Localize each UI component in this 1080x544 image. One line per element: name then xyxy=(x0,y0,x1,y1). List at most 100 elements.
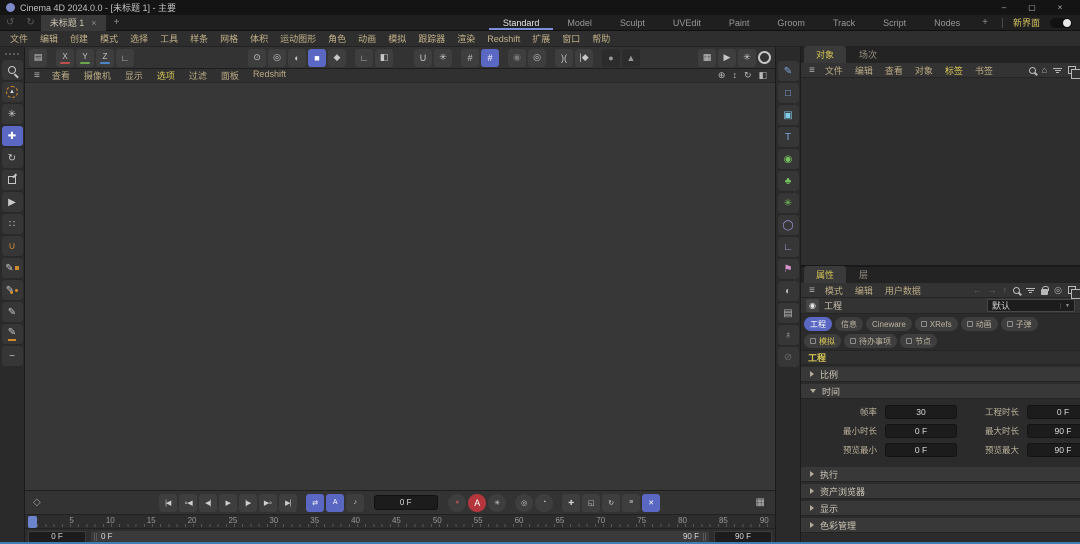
mesh-check-icon[interactable]: ● xyxy=(602,49,620,67)
find-select-icon[interactable] xyxy=(2,60,23,80)
range-start-field[interactable]: 0 F xyxy=(28,531,86,543)
menubar-item[interactable]: 模式 xyxy=(94,32,124,45)
om-menu-edit[interactable]: 编辑 xyxy=(849,64,879,77)
section-display[interactable]: 显示 xyxy=(801,501,1080,516)
info-tab-button[interactable]: 信息 xyxy=(835,317,863,331)
toggle-panels-icon[interactable]: ◧ xyxy=(758,70,767,81)
menubar-item[interactable]: 体积 xyxy=(244,32,274,45)
object-tree-area[interactable] xyxy=(801,78,1080,265)
menubar-item[interactable]: 帮助 xyxy=(586,32,616,45)
menubar-item[interactable]: 文件 xyxy=(4,32,34,45)
next-key-button[interactable]: ▶∘ xyxy=(259,494,277,512)
menubar-item[interactable]: 动画 xyxy=(352,32,382,45)
key-rotation-toggle[interactable]: ↻ xyxy=(602,494,620,512)
key-scale-toggle[interactable]: ◱ xyxy=(582,494,600,512)
tab-layers[interactable]: 层 xyxy=(847,266,880,283)
nodes-tab-button[interactable]: 节点 xyxy=(900,334,937,348)
viewport-canvas[interactable] xyxy=(25,83,775,490)
interface-toggle-switch[interactable] xyxy=(1050,18,1072,28)
stage-object-icon[interactable]: ♁ xyxy=(778,325,799,345)
xrefs-tab-button[interactable]: XRefs xyxy=(915,317,958,331)
axis-z-lock[interactable]: Z xyxy=(96,49,114,67)
grid-icon[interactable]: # xyxy=(461,49,479,67)
am-search-icon[interactable] xyxy=(1013,287,1020,294)
tweak-mode-icon[interactable]: ✳ xyxy=(2,104,23,124)
axis-y-lock[interactable]: Y xyxy=(76,49,94,67)
todo-tab-button[interactable]: 待办事项 xyxy=(844,334,897,348)
render-picture-viewer-button[interactable]: ▶ xyxy=(718,49,736,67)
layout-tab-uvedit[interactable]: UVEdit xyxy=(659,16,715,30)
menubar-item[interactable]: 样条 xyxy=(184,32,214,45)
section-execution[interactable]: 执行 xyxy=(801,467,1080,482)
preset-dropdown[interactable]: 默认 ▼ xyxy=(987,299,1075,312)
menubar-item[interactable]: 扩展 xyxy=(526,32,556,45)
menubar-item[interactable]: 选择 xyxy=(124,32,154,45)
layout-tab-track[interactable]: Track xyxy=(819,16,869,30)
dots-pen-icon[interactable]: ✎ xyxy=(2,280,23,300)
am-up-icon[interactable]: ↑ xyxy=(1003,285,1008,295)
field-input[interactable]: 90 F xyxy=(1027,443,1080,457)
layout-tab-nodes[interactable]: Nodes xyxy=(920,16,974,30)
autokey-button[interactable]: A xyxy=(468,494,486,512)
simulation-tab-button[interactable]: 模拟 xyxy=(804,334,841,348)
deformer-icon[interactable]: ✳ xyxy=(778,193,799,213)
rotate-tool-icon[interactable]: ↻ xyxy=(2,148,23,168)
dolly-view-icon[interactable]: ↕ xyxy=(732,70,737,81)
sound-toggle[interactable]: ♪ xyxy=(346,494,364,512)
om-menu-file[interactable]: 文件 xyxy=(819,64,849,77)
uv-mode-icon[interactable]: ◎ xyxy=(268,49,286,67)
menubar-item[interactable]: 工具 xyxy=(154,32,184,45)
chevron-down-icon[interactable]: ▼ xyxy=(1060,303,1070,309)
layout-tab-standard[interactable]: Standard xyxy=(489,16,554,30)
timeline-playhead[interactable] xyxy=(28,516,37,528)
slider-tool-icon[interactable]: |◆ xyxy=(575,49,593,67)
vp-menu-display[interactable]: 显示 xyxy=(118,69,150,82)
range-left-handle[interactable] xyxy=(94,533,97,541)
goto-start-button[interactable]: |◀ xyxy=(159,494,177,512)
axis-x-lock[interactable]: X xyxy=(56,49,74,67)
om-menu-object[interactable]: 对象 xyxy=(909,64,939,77)
menubar-item[interactable]: 模拟 xyxy=(382,32,412,45)
new-interface-button[interactable]: 新界面 xyxy=(1009,16,1044,29)
field-flag-icon[interactable]: ⚑ xyxy=(778,259,799,279)
range-end-field[interactable]: 90 F xyxy=(714,531,772,543)
loop-toggle[interactable]: ⇄ xyxy=(306,494,324,512)
am-back-icon[interactable]: ← xyxy=(973,285,982,295)
range-right-handle[interactable] xyxy=(703,533,706,541)
am-detach-icon[interactable] xyxy=(1068,286,1076,294)
keyframe-diamond-icon[interactable]: ◇ xyxy=(33,497,41,508)
keyframe-settings-button[interactable]: ✳ xyxy=(488,494,506,512)
spline-pen-icon[interactable]: ✎ xyxy=(778,61,799,81)
cineware-tab-button[interactable]: Cineware xyxy=(866,317,912,331)
pan-view-icon[interactable]: ⊕ xyxy=(718,70,726,81)
field-input[interactable]: 30 xyxy=(885,405,957,419)
menubar-item[interactable]: 角色 xyxy=(322,32,352,45)
om-search-icon[interactable] xyxy=(1029,67,1036,74)
am-menu-mode[interactable]: 模式 xyxy=(819,284,849,297)
section-scale[interactable]: 比例 xyxy=(801,367,1080,382)
field-input[interactable]: 0 F xyxy=(1027,405,1080,419)
project-tab-button[interactable]: 工程 xyxy=(804,317,832,331)
add-layout-button[interactable]: + xyxy=(974,17,996,28)
subdivision-surface-icon[interactable]: ◉ xyxy=(778,149,799,169)
annotation-pen-icon[interactable]: ⊘ xyxy=(778,347,799,367)
axis-center-icon[interactable]: ◉ xyxy=(508,49,526,67)
menubar-item[interactable]: 编辑 xyxy=(34,32,64,45)
key-parameter-toggle[interactable]: ≡ xyxy=(622,494,640,512)
move-tool-icon[interactable]: ✚ xyxy=(2,126,23,146)
point-pen-icon[interactable]: ✎ xyxy=(2,258,23,278)
transform-cursor-icon[interactable]: ▶ xyxy=(2,192,23,212)
section-time[interactable]: 时间 xyxy=(801,384,1080,399)
menubar-item[interactable]: 窗口 xyxy=(556,32,586,45)
layout-tab-sculpt[interactable]: Sculpt xyxy=(606,16,659,30)
menubar-item[interactable]: 渲染 xyxy=(451,32,481,45)
om-hamburger-icon[interactable]: ≡ xyxy=(805,65,819,76)
animation-mode-icon[interactable]: ◆ xyxy=(328,49,346,67)
vp-menu-panel[interactable]: 面板 xyxy=(214,69,246,82)
range-track[interactable]: 0 F 90 F xyxy=(91,531,709,543)
menubar-item[interactable]: 网格 xyxy=(214,32,244,45)
grip-handle[interactable] xyxy=(2,50,23,58)
region-icon[interactable]: ◧ xyxy=(375,49,393,67)
bullet-tab-button[interactable]: 子弹 xyxy=(1001,317,1038,331)
spline-primitive-icon[interactable]: □ xyxy=(778,83,799,103)
